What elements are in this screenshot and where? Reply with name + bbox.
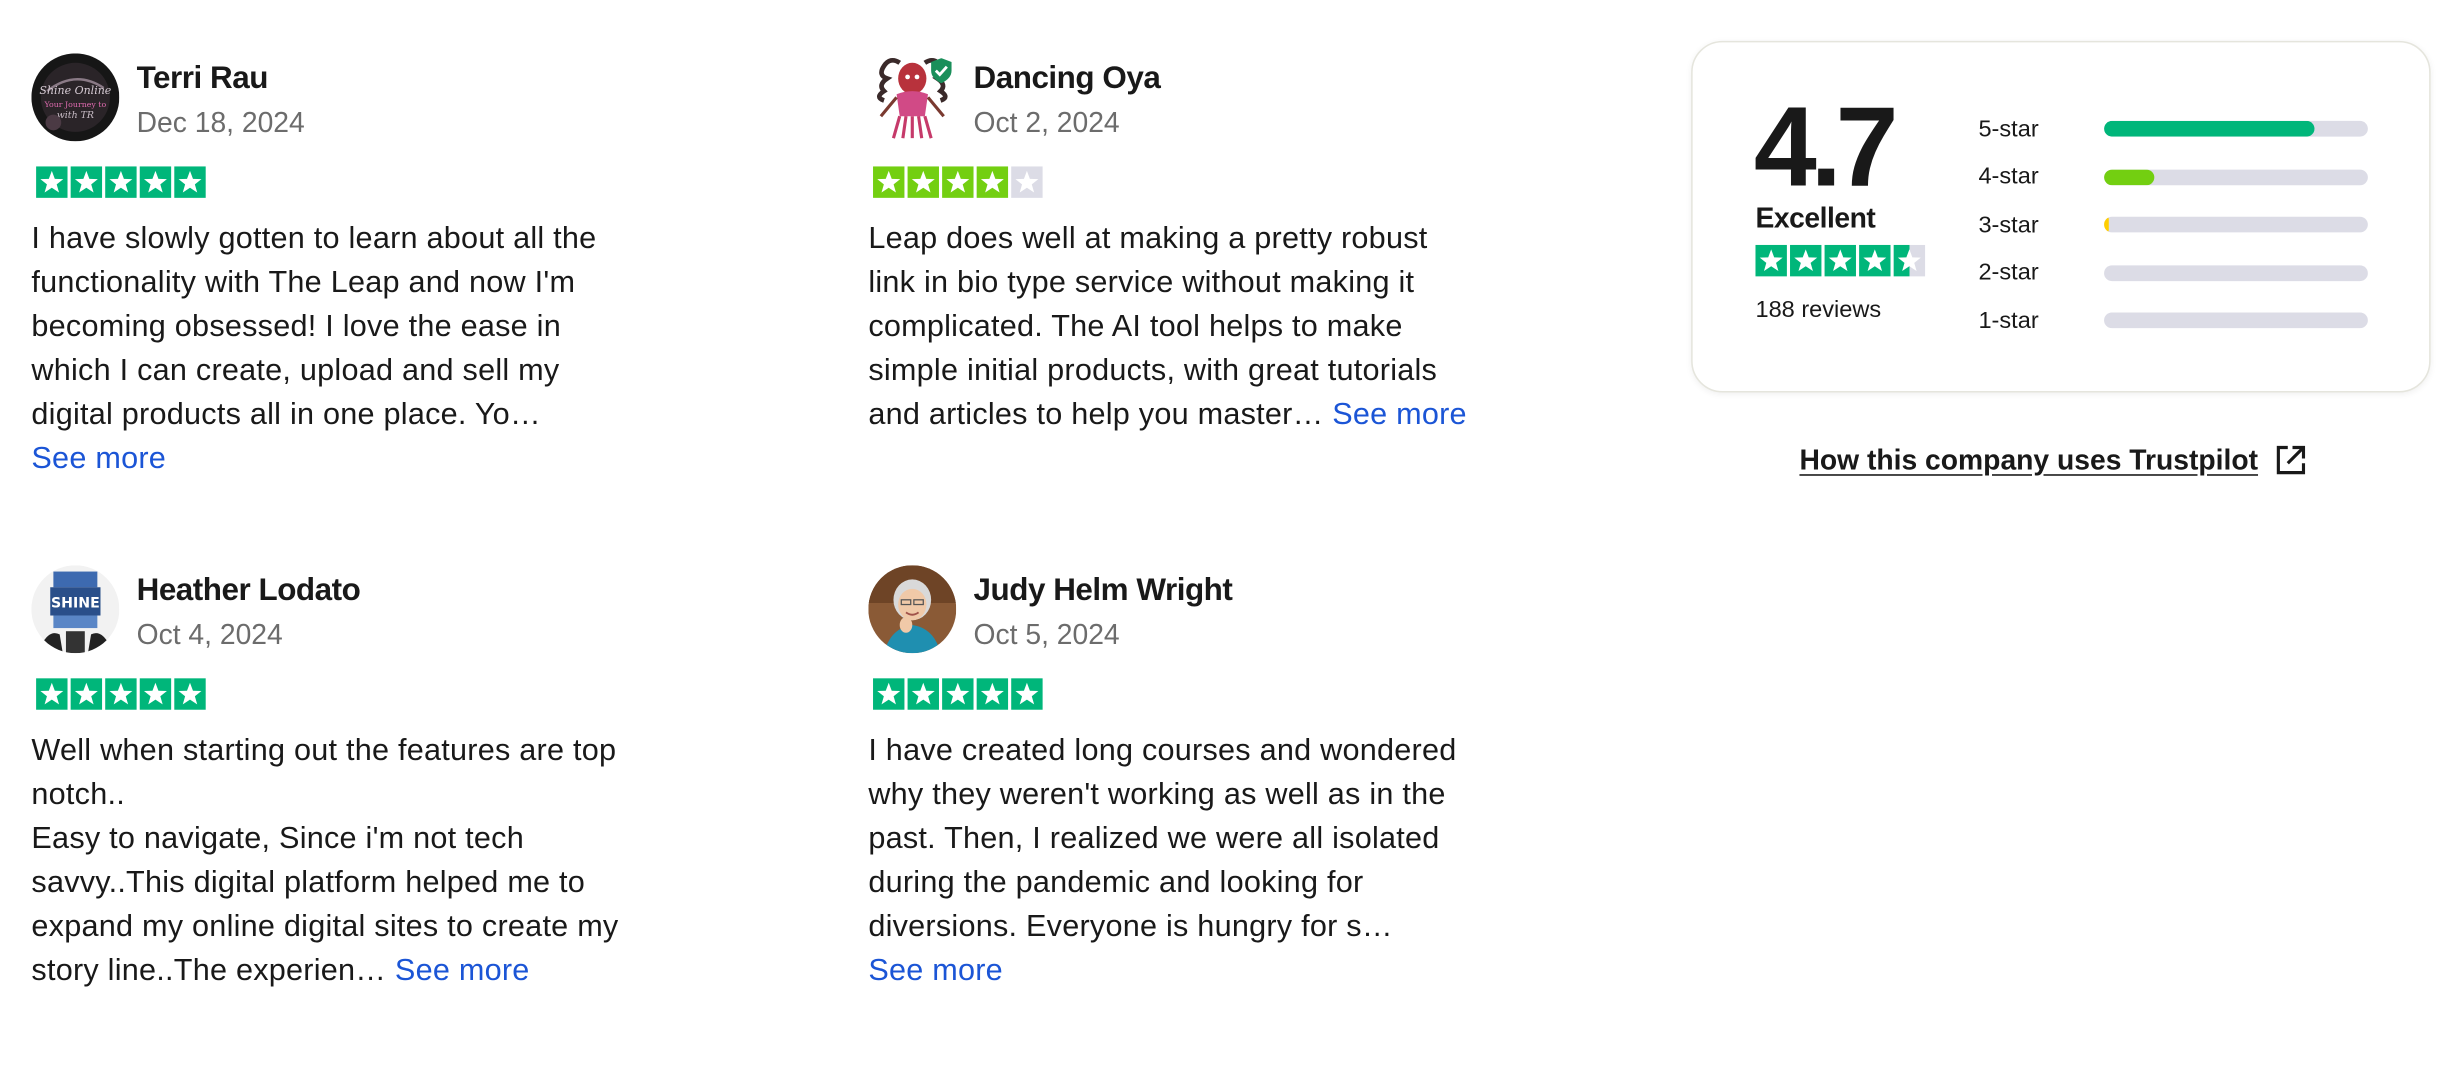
star-icon [105,678,137,710]
review-header: SHINE Heather Lodato Oct 4, 2024 [31,565,753,654]
distribution-label: 3-star [1978,211,2039,239]
review-card: Dancing Oya Oct 2, 2024 Leap does well a… [868,53,1590,436]
trustscore: 4.7 [1753,84,1899,211]
star-icon [976,678,1009,710]
star-icon [1824,244,1856,277]
distribution-row-2[interactable]: 2-star [1978,249,2368,297]
distribution-label: 2-star [1978,259,2039,287]
distribution-label: 4-star [1978,163,2039,191]
distribution-label: 1-star [1978,307,2039,335]
rating-distribution: 5-star 4-star 3-star 2-star 1-star [1978,105,2368,345]
review-date: Oct 4, 2024 [136,618,283,651]
avatar[interactable]: Shine Online Your Journey to with TR [31,53,120,142]
star-rating [36,678,754,710]
reviews-count[interactable]: 188 reviews [1755,297,1881,324]
star-rating [873,678,1591,710]
reviews-section: Shine Online Your Journey to with TR Ter… [0,0,2462,1078]
review-date: Oct 5, 2024 [973,618,1120,651]
star-icon [942,166,974,198]
star-icon [1790,244,1822,277]
svg-text:Shine Online: Shine Online [39,84,111,97]
star-icon [942,678,974,710]
svg-text:SHINE: SHINE [51,596,100,612]
star-icon [907,166,939,198]
star-icon [976,166,1009,198]
distribution-bar [2104,169,2368,185]
star-icon [139,678,172,710]
svg-text:with TR: with TR [57,110,94,121]
review-card: Shine Online Your Journey to with TR Ter… [31,53,753,480]
see-more-link[interactable]: See more [868,953,1003,988]
distribution-label: 5-star [1978,115,2039,143]
review-text: Well when starting out the features are … [31,733,619,988]
review-card: Judy Helm Wright Oct 5, 2024 I have crea… [868,565,1590,992]
rating-summary-card: 4.7 Excellent 188 reviews 5-star 4-star … [1691,40,2431,393]
distribution-row-3[interactable]: 3-star [1978,201,2368,249]
distribution-bar [2104,264,2368,281]
how-company-uses-trustpilot-link[interactable]: How this company uses Trustpilot [1799,443,2308,478]
distribution-row-1[interactable]: 1-star [1978,297,2368,345]
external-link-icon [2274,443,2309,478]
reviewer-name[interactable]: Heather Lodato [137,570,361,611]
summary-star-rating [1755,244,1926,277]
review-header: Dancing Oya Oct 2, 2024 [868,53,1590,142]
star-icon [70,166,103,198]
star-icon [873,166,905,198]
verified-badge-icon [930,58,954,84]
distribution-bar [2104,217,2368,233]
distribution-bar-fill [2104,217,2109,233]
star-icon [1755,244,1787,277]
trustpilot-link-label: How this company uses Trustpilot [1799,443,2259,475]
review-header: Judy Helm Wright Oct 5, 2024 [868,565,1590,654]
reviewer-name[interactable]: Dancing Oya [974,58,1161,99]
star-icon [1893,244,1926,277]
star-icon [873,678,905,710]
star-icon [36,166,68,198]
svg-text:Your Journey to: Your Journey to [44,100,107,109]
star-icon [174,678,206,710]
review-text: I have slowly gotten to learn about all … [31,221,597,476]
distribution-bar [2104,121,2368,137]
star-icon [70,678,103,710]
rating-label: Excellent [1755,202,1876,234]
review-card: SHINE Heather Lodato Oct 4, 2024 Well wh… [31,565,753,992]
review-date: Dec 18, 2024 [136,106,305,139]
distribution-bar-fill [2104,121,2316,137]
star-rating [36,166,754,198]
reviewer-name[interactable]: Terri Rau [137,58,305,99]
see-more-link[interactable]: See more [1332,397,1467,432]
distribution-row-5[interactable]: 5-star [1978,105,2368,153]
see-more-link[interactable]: See more [395,953,530,988]
star-icon [1859,244,1891,277]
review-date: Oct 2, 2024 [973,106,1120,139]
star-rating [873,166,1591,198]
distribution-row-4[interactable]: 4-star [1978,153,2368,201]
avatar[interactable]: SHINE [31,565,120,654]
reviewer-name[interactable]: Judy Helm Wright [974,570,1233,611]
star-icon [1011,678,1043,710]
distribution-bar-fill [2104,169,2155,185]
avatar[interactable] [868,565,957,654]
review-text: Leap does well at making a pretty robust… [868,221,1467,432]
distribution-bar [2104,312,2368,329]
star-icon [1011,166,1043,198]
star-icon [139,166,172,198]
star-icon [105,166,137,198]
star-icon [907,678,939,710]
see-more-link[interactable]: See more [31,441,166,476]
review-header: Shine Online Your Journey to with TR Ter… [31,53,753,142]
star-icon [174,166,206,198]
review-text: I have created long courses and wondered… [868,733,1457,988]
star-icon [36,678,68,710]
